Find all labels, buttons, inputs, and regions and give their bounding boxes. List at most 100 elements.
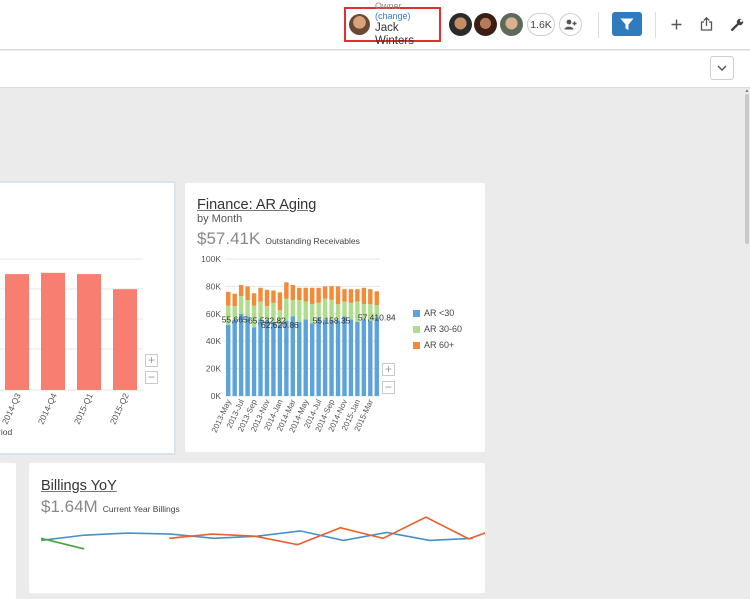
bar bbox=[5, 274, 29, 390]
y-tick-label: 0K bbox=[211, 391, 222, 401]
left-bottom-card[interactable] bbox=[0, 463, 16, 599]
bar-segment-ar-lt30 bbox=[245, 316, 250, 396]
add-user-icon bbox=[564, 19, 577, 30]
plus-icon bbox=[671, 19, 681, 29]
y-tick-label: 60K bbox=[206, 309, 221, 319]
bar-segment-ar-60plus bbox=[322, 286, 328, 299]
bar-segment-ar-60plus bbox=[316, 287, 321, 303]
chevron-down-icon bbox=[717, 65, 727, 71]
dashboard-menu-button[interactable] bbox=[710, 56, 734, 80]
bar-segment-ar-lt30 bbox=[238, 313, 244, 396]
owner-avatar bbox=[349, 14, 370, 35]
toolbar-divider bbox=[655, 12, 656, 38]
data-label: 57,410.84 bbox=[358, 312, 396, 322]
bar bbox=[113, 289, 137, 390]
bar-segment-ar-60plus bbox=[290, 285, 296, 301]
bar-segment-ar-60plus bbox=[245, 286, 250, 301]
legend-item[interactable]: AR <30 bbox=[413, 308, 462, 318]
chart-legend: AR <30 AR 30-60 AR 60+ bbox=[413, 308, 462, 356]
billings-yoy-card[interactable]: Billings YoY $1.64M Current Year Billing… bbox=[29, 463, 485, 593]
legend-item[interactable]: AR 60+ bbox=[413, 340, 462, 350]
bar-segment-ar-30-60 bbox=[297, 300, 302, 323]
zoom-in-button[interactable]: + bbox=[382, 363, 395, 376]
share-icon bbox=[700, 17, 712, 31]
bar-segment-ar-30-60 bbox=[342, 301, 347, 317]
filter-icon bbox=[620, 18, 634, 30]
owner-label: Owner bbox=[375, 0, 402, 11]
bar-segment-ar-60plus bbox=[238, 285, 244, 296]
filter-button[interactable] bbox=[612, 12, 642, 36]
add-button[interactable] bbox=[665, 13, 687, 35]
data-label: 55,665 bbox=[222, 315, 248, 325]
bar-segment-ar-lt30 bbox=[335, 320, 341, 396]
viewer-count-badge[interactable]: 1.6K bbox=[527, 13, 555, 36]
bar-segment-ar-60plus bbox=[342, 289, 347, 302]
data-label: 62,620.86 bbox=[261, 320, 299, 330]
bar-segment-ar-lt30 bbox=[309, 323, 315, 396]
left-bar-chart-card[interactable]: 2014-Q3 2014-Q4 2015-Q1 2015-Q2 riod + − bbox=[0, 181, 176, 455]
x-tick-label: 2015-Q2 bbox=[108, 391, 131, 425]
vertical-scrollbar[interactable]: ▲ bbox=[744, 89, 750, 599]
bar bbox=[41, 272, 65, 390]
bar-segment-ar-lt30 bbox=[226, 324, 231, 396]
owner-name: Jack Winters bbox=[375, 21, 414, 47]
owner-selector[interactable]: Owner (change) Jack Winters bbox=[344, 1, 441, 47]
bar-segment-ar-60plus bbox=[355, 289, 360, 302]
owner-change-link[interactable]: (change) bbox=[375, 11, 411, 21]
bar-segment-ar-60plus bbox=[329, 286, 334, 300]
x-tick-label: 2014-Q3 bbox=[0, 391, 23, 425]
add-user-button[interactable] bbox=[559, 13, 582, 36]
line-series-blue bbox=[40, 530, 474, 542]
bar-segment-ar-60plus bbox=[361, 287, 367, 305]
bar-segment-ar-60plus bbox=[251, 293, 257, 306]
bar-segment-ar-30-60 bbox=[303, 301, 308, 320]
bar-segment-ar-60plus bbox=[226, 291, 231, 306]
x-tick-label: 2015-Q1 bbox=[72, 391, 95, 425]
bar-segment-ar-lt30 bbox=[322, 319, 328, 396]
dashboard-subbar bbox=[0, 51, 750, 88]
bar-segment-ar-30-60 bbox=[290, 300, 296, 317]
toolbar-divider bbox=[598, 12, 599, 38]
zoom-out-button[interactable]: − bbox=[145, 371, 158, 384]
viewer-avatar[interactable] bbox=[449, 13, 472, 36]
bar-segment-ar-lt30 bbox=[232, 319, 237, 396]
bar-segment-ar-lt30 bbox=[277, 324, 283, 396]
legend-item[interactable]: AR 30-60 bbox=[413, 324, 462, 334]
data-label: 55,158.35 bbox=[313, 315, 351, 325]
bar-segment-ar-60plus bbox=[271, 290, 276, 303]
bar-segment-ar-60plus bbox=[303, 287, 308, 302]
share-button[interactable] bbox=[695, 13, 717, 35]
ar-aging-card[interactable]: Finance: AR Aging by Month $57.41K Outst… bbox=[185, 183, 485, 452]
bar-segment-ar-lt30 bbox=[297, 322, 302, 396]
bar-segment-ar-lt30 bbox=[329, 320, 334, 396]
viewer-avatar[interactable] bbox=[500, 13, 523, 36]
left-bar-chart: 2014-Q3 2014-Q4 2015-Q1 2015-Q2 riod bbox=[0, 258, 143, 437]
viewer-avatar[interactable] bbox=[474, 13, 497, 36]
bar-segment-ar-lt30 bbox=[374, 317, 379, 396]
bar bbox=[77, 274, 101, 390]
axis-label: riod bbox=[0, 427, 12, 437]
bar-segment-ar-lt30 bbox=[271, 322, 276, 396]
top-bar: Owner (change) Jack Winters 1.6K bbox=[0, 0, 750, 50]
bar-segment-ar-lt30 bbox=[258, 319, 263, 396]
bar-segment-ar-60plus bbox=[297, 287, 302, 301]
x-tick-label: 2014-Q4 bbox=[36, 391, 59, 425]
zoom-out-button[interactable]: − bbox=[382, 381, 395, 394]
zoom-in-button[interactable]: + bbox=[145, 354, 158, 367]
bar-segment-ar-60plus bbox=[335, 286, 341, 305]
bar-segment-ar-60plus bbox=[264, 289, 270, 307]
bar-segment-ar-60plus bbox=[309, 287, 315, 305]
settings-button[interactable] bbox=[726, 13, 748, 35]
bar-segment-ar-lt30 bbox=[303, 319, 308, 396]
bar-segment-ar-lt30 bbox=[316, 317, 321, 396]
bar-segment-ar-lt30 bbox=[251, 327, 257, 396]
bar-segment-ar-lt30 bbox=[342, 316, 347, 396]
bar-segment-ar-lt30 bbox=[284, 320, 289, 396]
y-tick-label: 40K bbox=[206, 336, 221, 346]
y-tick-label: 20K bbox=[206, 364, 221, 374]
scroll-thumb[interactable] bbox=[745, 94, 749, 244]
bar-segment-ar-lt30 bbox=[348, 319, 354, 396]
line-series-green bbox=[40, 537, 85, 550]
bar-segment-ar-60plus bbox=[277, 292, 283, 311]
bar-segment-ar-30-60 bbox=[238, 295, 244, 314]
